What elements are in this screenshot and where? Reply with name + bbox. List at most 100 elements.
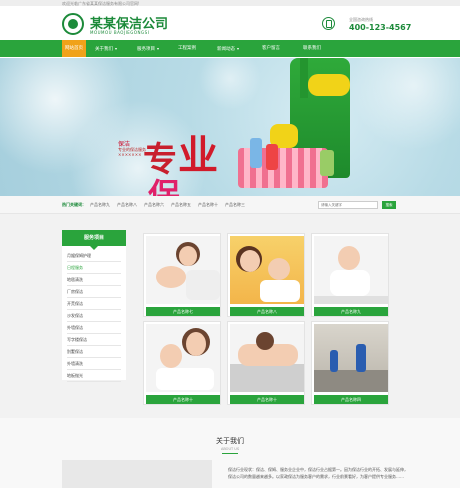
- hotline: 全国咨询热线 400-123-4567: [322, 15, 411, 35]
- photo-shape: [330, 350, 338, 372]
- site-logo[interactable]: 某某保洁公司 MOUMOU BAOJIEGONGSI: [62, 13, 172, 37]
- banner-char-3: 保: [148, 176, 181, 196]
- about-divider: [222, 453, 238, 454]
- nav-item-5[interactable]: 客户留言: [254, 40, 288, 57]
- product-photo: [230, 324, 304, 392]
- search-input[interactable]: [318, 201, 378, 209]
- spray-bottle-icon: [266, 144, 278, 170]
- keyword-link[interactable]: 产品名称六: [144, 202, 164, 208]
- chevron-down-icon: ▾: [114, 46, 117, 51]
- sidebar-item[interactable]: 地板抛光: [67, 370, 121, 382]
- about-title: 关于我们: [216, 437, 244, 445]
- product-photo: [314, 236, 388, 304]
- product-photo: [146, 324, 220, 392]
- keyword-link[interactable]: 产品名称八: [117, 202, 137, 208]
- sidebar-item[interactable]: 地毯清洗: [67, 274, 121, 286]
- photo-shape: [338, 246, 360, 270]
- sidebar-item[interactable]: 外墙清洗: [67, 358, 121, 370]
- about-subtitle: ABOUT US: [220, 447, 240, 451]
- photo-shape: [256, 332, 274, 350]
- product-card[interactable]: 产品名称八: [227, 233, 305, 317]
- product-caption[interactable]: 产品名称八: [230, 307, 304, 316]
- chevron-down-icon: ▾: [236, 46, 239, 51]
- banner-char-4: 洁: [180, 188, 216, 196]
- photo-shape: [186, 332, 206, 356]
- nav-item-6[interactable]: 联系我们: [294, 40, 330, 57]
- nav-item-3[interactable]: 工程案例: [172, 40, 202, 57]
- sidebar-item[interactable]: 日程服务: [67, 262, 121, 274]
- worker-strap: [300, 58, 308, 98]
- spray-bottle-icon: [320, 150, 334, 176]
- keyword-link[interactable]: 产品名称九: [90, 202, 110, 208]
- product-card[interactable]: 产品名称十: [143, 321, 221, 405]
- keyword-link[interactable]: 产品名称五: [171, 202, 191, 208]
- sidebar-title: 服务项目: [62, 230, 126, 250]
- photo-shape: [156, 266, 186, 288]
- nav-item-4[interactable]: 新闻动态 ▾: [210, 40, 246, 57]
- product-card[interactable]: 产品名称四: [311, 321, 389, 405]
- photo-shape: [240, 250, 260, 272]
- nav-inner: 网站首页 关于我们 ▾ 服务项目 ▾ 工程案例 新闻动态 ▾ 客户留言 联系我们: [62, 40, 406, 57]
- hotline-number: 400-123-4567: [349, 23, 412, 32]
- nav-item-label: 服务项目: [136, 47, 155, 52]
- sidebar-item[interactable]: 月嫂保姆护理: [67, 250, 121, 262]
- product-photo: [314, 324, 388, 392]
- product-card[interactable]: 产品名称十: [227, 321, 305, 405]
- nav-item-label: 关于我们: [94, 47, 113, 52]
- nav-item-label: 工程案例: [178, 46, 196, 51]
- photo-shape: [179, 246, 197, 266]
- photo-shape: [330, 270, 370, 296]
- sidebar-item[interactable]: 写字楼保洁: [67, 334, 121, 346]
- photo-shape: [186, 270, 220, 300]
- nav-item-label: 新闻动态: [216, 47, 235, 52]
- nav-item-label: 网站首页: [65, 46, 83, 51]
- hero-banner: 保洁 专业的保洁服务 ××××××× 专 业 保 洁: [0, 58, 460, 196]
- search-button[interactable]: 搜索: [382, 201, 396, 209]
- sidebar-item[interactable]: 开荒保洁: [67, 298, 121, 310]
- spray-bottle-icon: [250, 138, 262, 168]
- cleaner-illustration: [238, 58, 400, 196]
- sidebar-item[interactable]: 厂房保洁: [67, 286, 121, 298]
- product-caption[interactable]: 产品名称十: [230, 395, 304, 404]
- glove-icon: [308, 74, 350, 96]
- photo-shape: [356, 344, 366, 372]
- logo-subtitle: MOUMOU BAOJIEGONGSI: [90, 30, 150, 35]
- product-card[interactable]: 产品名称九: [311, 233, 389, 317]
- product-caption[interactable]: 产品名称九: [314, 307, 388, 316]
- photo-shape: [230, 364, 304, 392]
- product-caption[interactable]: 产品名称七: [146, 307, 220, 316]
- product-photo: [146, 236, 220, 304]
- top-bar: 欢迎光临广东省某某保洁服务有限公司官网!: [0, 0, 460, 6]
- keyword-list: 产品名称九 产品名称八 产品名称六 产品名称五 产品名称十 产品名称三: [90, 202, 252, 208]
- sidebar-item[interactable]: 别墅保洁: [67, 346, 121, 358]
- keyword-link[interactable]: 产品名称十: [198, 202, 218, 208]
- product-card[interactable]: 产品名称七: [143, 233, 221, 317]
- photo-shape: [268, 258, 290, 280]
- chevron-down-icon: ▾: [156, 46, 159, 51]
- nav-item-0[interactable]: 网站首页: [62, 40, 86, 57]
- photo-shape: [314, 296, 388, 304]
- product-caption[interactable]: 产品名称十: [146, 395, 220, 404]
- sidebar-item[interactable]: 外墙保洁: [67, 322, 121, 334]
- phone-icon: [322, 17, 335, 30]
- keyword-link[interactable]: 产品名称三: [225, 202, 245, 208]
- nav-item-label: 联系我们: [303, 46, 321, 51]
- about-image: [62, 460, 212, 488]
- product-grid: 产品名称七 产品名称八 产品名称九产品名称十 产品名称十 产品名称四: [143, 233, 393, 405]
- sidebar-item[interactable]: 沙发保洁: [67, 310, 121, 322]
- banner-char-2: 业: [178, 132, 218, 179]
- product-caption[interactable]: 产品名称四: [314, 395, 388, 404]
- welcome-text: 欢迎光临广东省某某保洁服务有限公司官网!: [62, 1, 140, 6]
- photo-shape: [156, 368, 214, 390]
- logo-mark-icon: [62, 13, 84, 35]
- photo-shape: [160, 344, 182, 368]
- product-photo: [230, 236, 304, 304]
- photo-shape: [314, 370, 388, 392]
- nav-item-1[interactable]: 关于我们 ▾: [90, 40, 122, 57]
- photo-shape: [260, 280, 300, 302]
- service-sidebar: 服务项目 月嫂保姆护理 日程服务 地毯清洗 厂房保洁 开荒保洁 沙发保洁 外墙保洁 写字楼保洁…: [62, 230, 126, 382]
- main-nav: 网站首页 关于我们 ▾ 服务项目 ▾ 工程案例 新闻动态 ▾ 客户留言 联系我们: [0, 40, 460, 57]
- keyword-label: 热门关键词：: [62, 202, 86, 207]
- nav-item-2[interactable]: 服务项目 ▾: [128, 40, 168, 57]
- about-text: 保洁行业现状：保洁、保姆、服务业企业中，保洁行业占据第一。因为保洁行业的开拓、发…: [228, 467, 408, 479]
